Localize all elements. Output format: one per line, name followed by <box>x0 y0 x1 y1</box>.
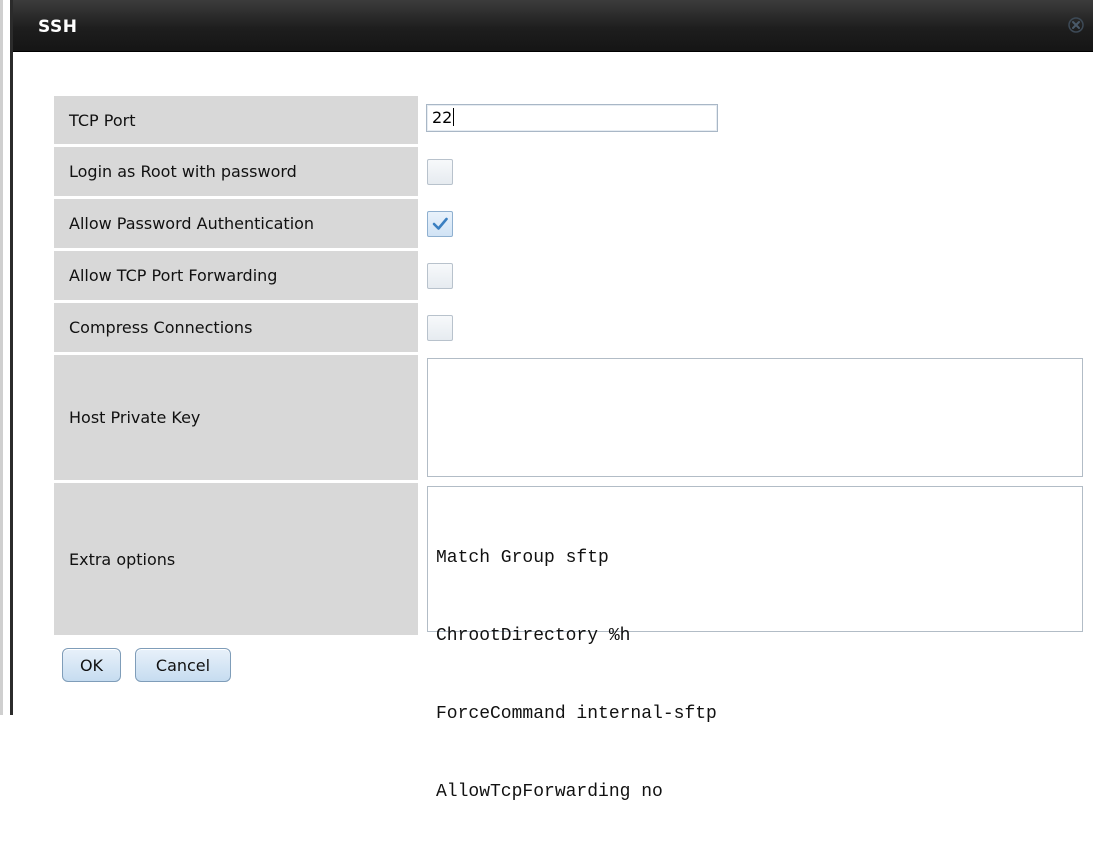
background-window-edge <box>0 0 13 715</box>
dialog-titlebar[interactable]: SSH <box>13 0 1093 52</box>
host-key-row: Host Private Key <box>54 355 1085 480</box>
tcp-forwarding-label: Allow TCP Port Forwarding <box>69 266 278 285</box>
host-key-label-cell: Host Private Key <box>54 355 418 480</box>
extra-options-textarea[interactable]: Match Group sftp ChrootDirectory %h Forc… <box>427 486 1083 802</box>
extra-options-line: ChrootDirectory %h <box>436 626 631 646</box>
extra-options-row: Extra options Match Group sftp ChrootDir… <box>54 483 1085 802</box>
host-key-value <box>428 359 1082 367</box>
compress-field-cell <box>418 303 1085 352</box>
close-icon[interactable] <box>1067 16 1085 34</box>
ssh-dialog: SSH TCP Port 22 Login as Root with passw… <box>13 0 1093 802</box>
password-auth-checkbox[interactable] <box>427 211 453 237</box>
host-key-label: Host Private Key <box>69 408 201 427</box>
checkmark-icon <box>432 217 448 230</box>
ok-button[interactable]: OK <box>62 648 121 682</box>
password-auth-label-cell: Allow Password Authentication <box>54 199 418 248</box>
extra-options-line: ForceCommand internal-sftp <box>436 704 717 724</box>
background-window-strip <box>0 0 3 715</box>
tcp-forwarding-label-cell: Allow TCP Port Forwarding <box>54 251 418 300</box>
login-root-label: Login as Root with password <box>69 162 297 181</box>
compress-checkbox[interactable] <box>427 315 453 341</box>
tcp-port-row: TCP Port 22 <box>54 96 1085 144</box>
login-root-field-cell <box>418 147 1085 196</box>
dialog-title: SSH <box>38 17 78 37</box>
tcp-port-label-cell: TCP Port <box>54 96 418 144</box>
tcp-forwarding-field-cell <box>418 251 1085 300</box>
login-root-row: Login as Root with password <box>54 147 1085 196</box>
tcp-port-input[interactable]: 22 <box>426 104 718 132</box>
password-auth-label: Allow Password Authentication <box>69 214 315 233</box>
tcp-port-field-cell: 22 <box>418 96 1085 144</box>
extra-options-line: AllowTcpForwarding no <box>436 782 663 802</box>
host-key-textarea[interactable] <box>427 358 1083 477</box>
tcp-port-value: 22 <box>432 108 453 127</box>
tcp-forwarding-row: Allow TCP Port Forwarding <box>54 251 1085 300</box>
compress-label-cell: Compress Connections <box>54 303 418 352</box>
compress-label: Compress Connections <box>69 318 253 337</box>
extra-options-line: Match Group sftp <box>436 548 609 568</box>
tcp-port-label: TCP Port <box>69 110 136 130</box>
host-key-field-cell <box>418 355 1085 480</box>
extra-options-label-cell: Extra options <box>54 483 418 635</box>
login-root-checkbox[interactable] <box>427 159 453 185</box>
password-auth-row: Allow Password Authentication <box>54 199 1085 248</box>
extra-options-label: Extra options <box>69 549 176 569</box>
extra-options-field-cell: Match Group sftp ChrootDirectory %h Forc… <box>418 483 1085 802</box>
compress-row: Compress Connections <box>54 303 1085 352</box>
login-root-label-cell: Login as Root with password <box>54 147 418 196</box>
cancel-button[interactable]: Cancel <box>135 648 231 682</box>
text-cursor <box>453 108 455 126</box>
password-auth-field-cell <box>418 199 1085 248</box>
tcp-forwarding-checkbox[interactable] <box>427 263 453 289</box>
